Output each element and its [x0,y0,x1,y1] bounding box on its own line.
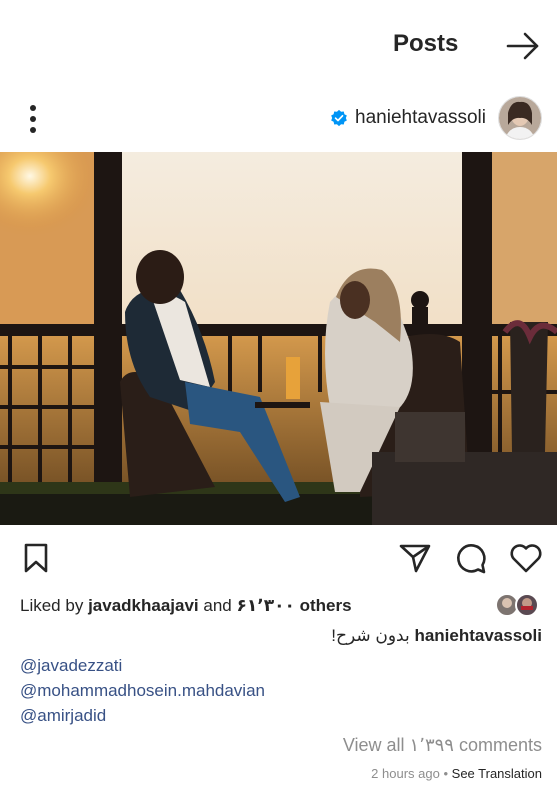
liker-username[interactable]: javadkhaajavi [88,596,199,615]
likes-prefix: Liked by [20,596,84,615]
likes-summary[interactable]: Liked by javadkhaajavi and ۶۱٬۳۰۰ others [20,596,352,616]
post-actions [0,540,557,580]
likes-and: and [203,596,232,615]
see-translation-link[interactable]: See Translation [452,766,542,781]
post-author[interactable]: haniehtavassoli [330,96,542,140]
arrow-right-icon[interactable] [505,31,541,61]
mentions-list: @javadezzati @mohammadhosein.mahdavian @… [20,653,265,728]
post-header: haniehtavassoli [0,90,557,150]
liker-avatars[interactable] [494,592,544,618]
send-icon[interactable] [398,542,432,574]
caption-text: بدون شرح! [331,626,410,645]
mention-link[interactable]: @javadezzati [20,653,265,678]
post-photo[interactable] [0,152,557,525]
page-title: Posts [393,30,459,57]
bookmark-icon[interactable] [22,542,50,574]
verified-badge-icon [331,109,347,127]
mention-link[interactable]: @mohammadhosein.mahdavian [20,678,265,703]
view-all-comments-link[interactable]: View all ۱٬۳۹۹ comments [343,735,542,756]
caption-username[interactable]: haniehtavassoli [414,626,542,645]
post-timestamp: 2 hours ago [371,766,440,781]
more-vertical-icon[interactable] [23,102,43,136]
post-meta: 2 hours ago • See Translation [371,766,542,781]
likes-others-count[interactable]: ۶۱٬۳۰۰ others [236,596,351,615]
post-username[interactable]: haniehtavassoli [355,107,486,129]
caption: بدون شرح! haniehtavassoli [331,626,542,646]
mention-link[interactable]: @amirjadid [20,703,265,728]
avatar[interactable] [498,96,542,140]
meta-separator: • [443,766,449,781]
comment-icon[interactable] [454,541,488,575]
top-bar: Posts [0,0,557,90]
heart-icon[interactable] [509,542,543,574]
